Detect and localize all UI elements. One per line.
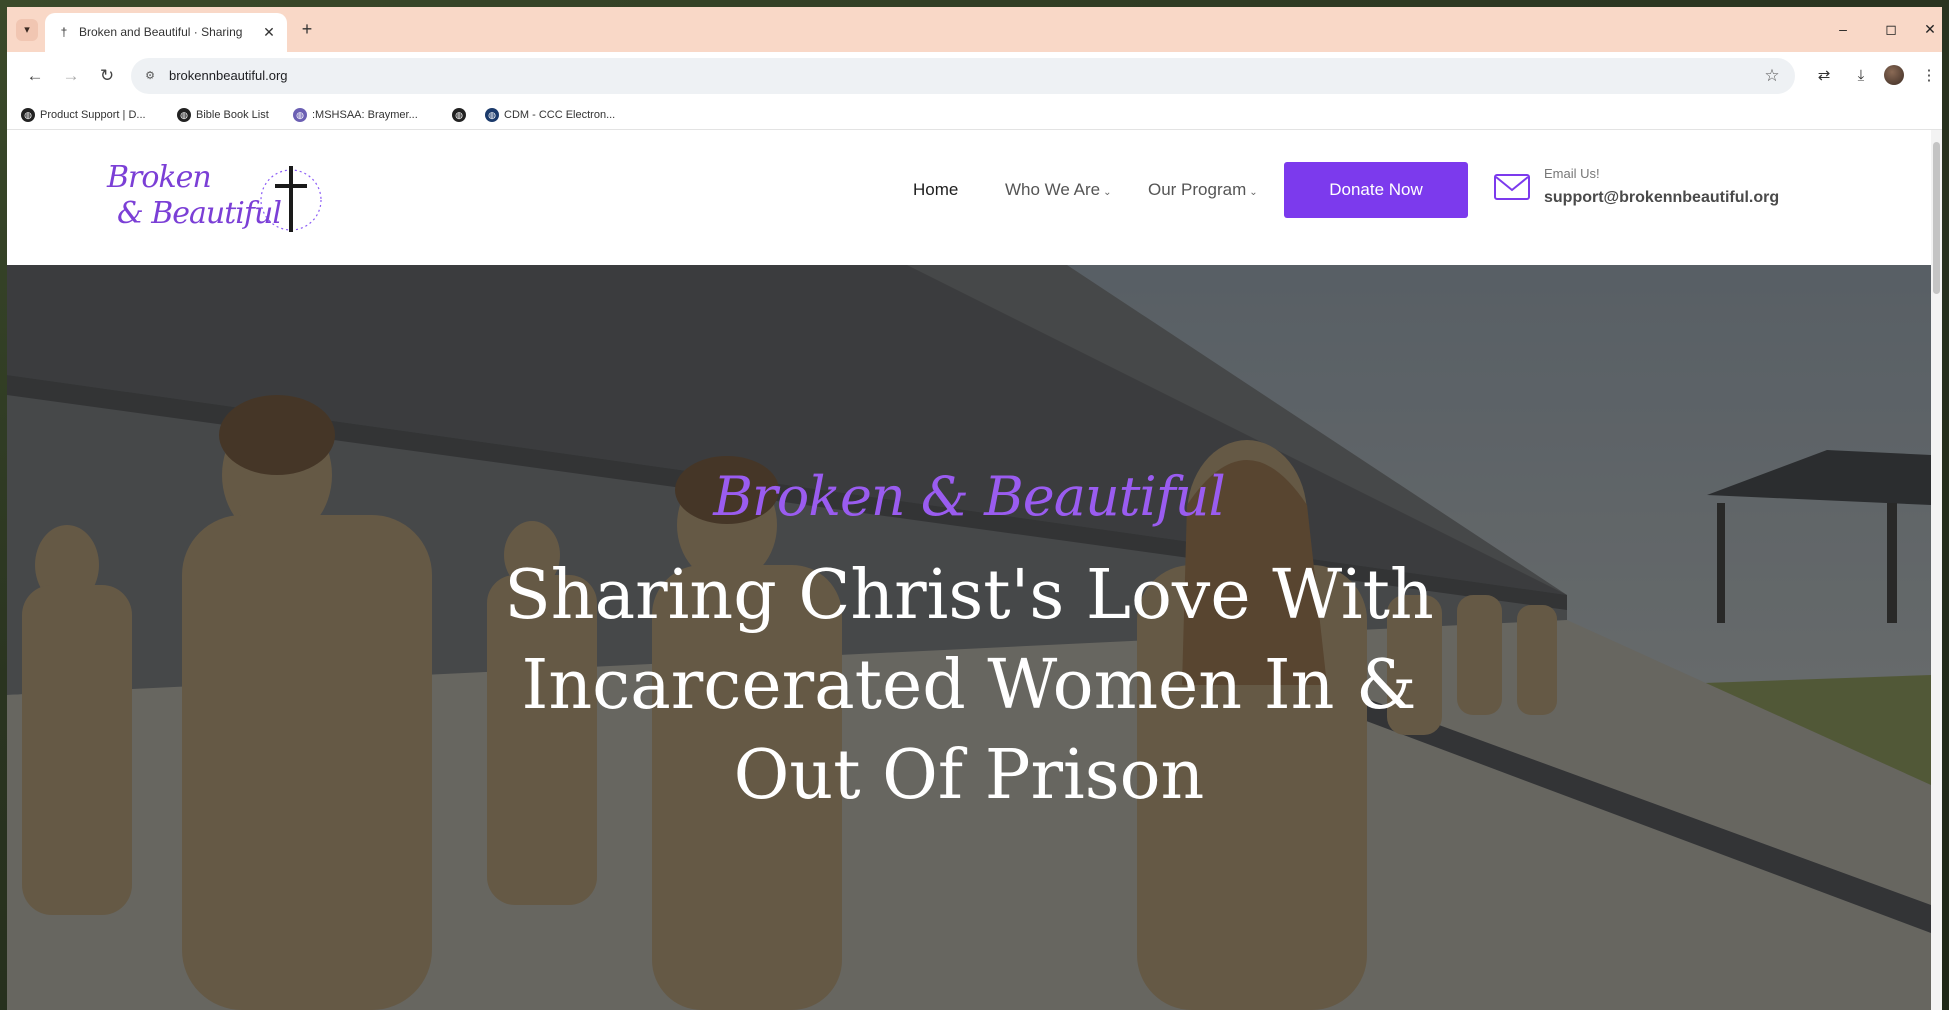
reload-button[interactable]: ↻ [95,64,119,88]
back-button[interactable]: ← [23,64,47,88]
nav-who-we-are[interactable]: Who We Are ⌄ [1005,180,1112,200]
web-page: Broken & Beautiful Home Who We Are ⌄ Our … [7,130,1942,1010]
address-bar[interactable]: ⚙ brokennbeautiful.org ☆ [131,58,1795,94]
minimize-button[interactable]: – [1828,17,1858,41]
bookmark-bible-book-list[interactable]: ◍ Bible Book List [177,106,269,124]
nav-our-program[interactable]: Our Program ⌄ [1148,180,1258,200]
forward-button[interactable]: → [59,64,83,88]
site-info-icon[interactable]: ⚙ [141,67,159,85]
chevron-down-icon: ⌄ [1103,187,1112,198]
nav-home[interactable]: Home [913,180,958,200]
restore-button[interactable]: ◻ [1876,17,1906,41]
url-text[interactable]: brokennbeautiful.org [169,68,288,83]
new-tab-button[interactable]: + [296,19,318,41]
download-icon[interactable]: ⤓ [1849,64,1873,88]
globe-icon: ◍ [177,108,191,123]
bookmark-mshsaa[interactable]: ◍:MSHSAA: Braymer... [293,106,418,124]
chevron-down-icon: ▾ [24,24,30,36]
profile-avatar-icon[interactable] [1884,65,1904,85]
chevron-down-icon: ⌄ [1249,187,1258,198]
bookmarks-bar: ◍ Product Support | D... ◍ Bible Book List… [7,100,1942,130]
tab-close-icon[interactable]: ✕ [259,22,279,42]
tab-title: Broken and Beautiful · Sharing [79,25,243,39]
globe-icon: ◍ [452,108,466,123]
mail-icon[interactable] [1493,172,1531,202]
hero-script-title: Broken & Beautiful [713,465,1225,528]
logo-line-1: Broken [107,160,212,195]
site-header: Broken & Beautiful Home Who We Are ⌄ Our … [7,130,1931,265]
close-window-button[interactable]: ✕ [1919,17,1941,41]
browser-tab[interactable]: † Broken and Beautiful · Sharing ✕ [45,13,287,52]
scrollbar-thumb[interactable] [1933,142,1940,294]
page-scrollbar[interactable] [1931,130,1942,1010]
hero-section: Broken & Beautiful Sharing Christ's Love… [7,265,1931,1010]
mshsaa-logo-icon: ◍ [293,108,307,123]
logo-cross-icon [260,166,322,232]
bookmark-cdm-ccc[interactable]: ◍ CDM - CCC Electron... [485,106,615,124]
email-label: Email Us! [1544,166,1600,181]
tab-strip: ▾ † Broken and Beautiful · Sharing ✕ + –… [7,7,1942,52]
globe-icon: ◍ [21,108,35,123]
cross-favicon-icon: † [60,25,68,39]
site-logo[interactable]: Broken & Beautiful [107,142,332,254]
email-address-link[interactable]: support@brokennbeautiful.org [1544,189,1779,207]
bookmark-untitled[interactable]: ◍ [452,106,471,124]
browser-toolbar: ← → ↻ ⚙ brokennbeautiful.org ☆ ⇄ ⤓ ⋮ [7,52,1942,100]
bookmark-star-icon[interactable]: ☆ [1761,65,1783,87]
tab-search-button[interactable]: ▾ [16,19,38,41]
ccc-logo-icon: ◍ [485,108,499,123]
translate-icon[interactable]: ⇄ [1812,64,1836,88]
browser-window: ▾ † Broken and Beautiful · Sharing ✕ + –… [7,7,1942,1010]
logo-line-2: & Beautiful [117,196,282,231]
bookmark-product-support[interactable]: ◍ Product Support | D... [21,106,146,124]
donate-now-button[interactable]: Donate Now [1284,162,1468,218]
menu-icon[interactable]: ⋮ [1917,64,1941,88]
hero-heading: Sharing Christ's Love With Incarcerated … [504,556,1434,815]
